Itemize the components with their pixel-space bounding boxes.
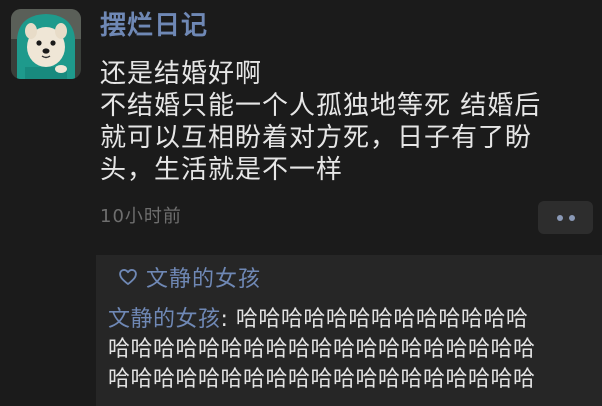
- avatar[interactable]: [11, 9, 81, 79]
- comment-text-line: 哈哈哈哈哈哈哈哈哈哈哈哈哈哈哈哈哈哈哈: [108, 367, 536, 392]
- post-author-name[interactable]: 摆烂日记: [100, 9, 208, 43]
- comment-text: 哈哈哈哈哈哈哈哈哈哈哈哈哈: [235, 307, 529, 332]
- comment[interactable]: 文静的女孩: 哈哈哈哈哈哈哈哈哈哈哈哈哈 哈哈哈哈哈哈哈哈哈哈哈哈哈哈哈哈哈哈哈…: [108, 305, 590, 395]
- likes-comments-panel: 文静的女孩 文静的女孩: 哈哈哈哈哈哈哈哈哈哈哈哈哈 哈哈哈哈哈哈哈哈哈哈哈哈哈…: [96, 255, 602, 406]
- dog-avatar-image: [11, 9, 81, 79]
- post-text-line: 还是结婚好啊: [100, 59, 263, 89]
- post-text-line: 头，生活就是不一样: [100, 155, 344, 185]
- comment-first-line: 文静的女孩: 哈哈哈哈哈哈哈哈哈哈哈哈哈: [108, 305, 590, 335]
- post-text-line: 就可以互相盼着对方死，日子有了盼: [100, 123, 533, 153]
- more-dot-icon: [568, 214, 575, 221]
- post-content: 还是结婚好啊 不结婚只能一个人孤独地等死 结婚后 就可以互相盼着对方死，日子有了…: [100, 58, 595, 186]
- liker-name[interactable]: 文静的女孩: [146, 261, 261, 293]
- more-actions-button[interactable]: [538, 201, 593, 234]
- heart-outline-icon: [119, 269, 137, 285]
- post-text-line: 不结婚只能一个人孤独地等死 结婚后: [100, 91, 542, 121]
- likes-row: 文静的女孩: [118, 261, 261, 293]
- comment-text-line: 哈哈哈哈哈哈哈哈哈哈哈哈哈哈哈哈哈哈哈: [108, 337, 536, 362]
- post-timestamp: 10小时前: [100, 206, 182, 227]
- more-dot-icon: [556, 214, 563, 221]
- comment-separator: :: [220, 307, 236, 332]
- comment-author[interactable]: 文静的女孩: [108, 307, 221, 332]
